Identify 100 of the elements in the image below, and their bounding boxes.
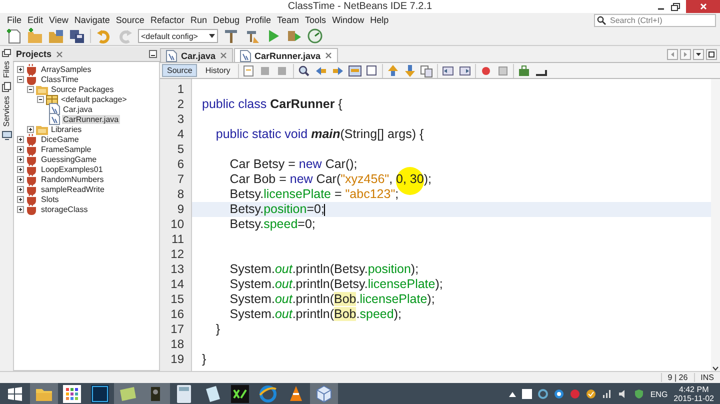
folder-icon[interactable] [35, 386, 53, 402]
close-button[interactable] [686, 0, 720, 13]
expand-icon[interactable] [17, 146, 24, 152]
save-all-icon[interactable] [69, 28, 85, 44]
clock-date[interactable]: 2015-11-02 [674, 394, 714, 403]
restore-icon[interactable] [671, 2, 680, 10]
shift-left-icon[interactable] [441, 64, 456, 78]
up-arrow-icon[interactable] [386, 64, 400, 78]
expand-icon[interactable] [17, 176, 24, 182]
photoshop-icon[interactable] [91, 385, 109, 403]
notepad-icon[interactable] [119, 386, 137, 402]
line-number: 1 [176, 82, 185, 97]
side-tab[interactable]: Files [2, 61, 11, 78]
open-folder-icon[interactable] [48, 28, 64, 44]
document-icon[interactable] [242, 64, 256, 78]
tree-item[interactable]: CarRunner.java [62, 114, 120, 124]
tree-item[interactable]: storageClass [40, 204, 89, 214]
language-indicator[interactable]: ENG [650, 390, 668, 398]
globe-e-icon[interactable] [259, 385, 277, 403]
traffic-cone-icon[interactable] [288, 385, 304, 403]
expand-icon[interactable] [17, 206, 24, 212]
expand-icon[interactable] [17, 166, 24, 172]
minimize-icon[interactable] [149, 50, 157, 58]
menu-item[interactable]: View [46, 15, 72, 25]
rectangle-icon[interactable] [365, 64, 380, 78]
stop-icon[interactable] [496, 64, 510, 78]
menu-item[interactable]: Profile [242, 15, 274, 25]
collapse-icon[interactable] [27, 86, 34, 92]
search-icon[interactable] [597, 16, 606, 24]
macro-icon[interactable] [517, 64, 532, 78]
menu-item[interactable]: Tools [302, 15, 330, 25]
left-scroll-icon[interactable] [667, 49, 678, 60]
view-tab[interactable]: History [200, 64, 236, 77]
close-icon[interactable] [56, 50, 63, 58]
shift-right-icon[interactable] [458, 64, 472, 78]
tree-item[interactable]: sampleReadWrite [40, 184, 106, 194]
magnifier-icon[interactable] [297, 64, 312, 78]
menu-item[interactable]: Run [187, 15, 210, 25]
collapse-icon[interactable] [17, 76, 24, 82]
gauge-icon[interactable] [307, 28, 323, 44]
collapse-icon[interactable] [37, 96, 44, 102]
panel-title[interactable]: Projects [16, 49, 52, 59]
tree-item[interactable]: ClassTime [40, 74, 80, 84]
monitor-icon[interactable] [2, 130, 12, 140]
clock-time[interactable]: 4:42 PM [678, 385, 709, 394]
tree-item[interactable]: DiceGame [40, 134, 80, 144]
hammer-icon[interactable] [223, 28, 239, 44]
new-file-icon[interactable] [6, 28, 22, 44]
caret-icon[interactable] [209, 34, 215, 38]
tree-item[interactable]: Source Packages [50, 84, 115, 94]
tree-item[interactable]: Libraries [50, 124, 83, 134]
maximize-icon[interactable] [706, 49, 717, 60]
close-icon[interactable] [324, 52, 332, 59]
tile-grid-icon[interactable] [63, 385, 81, 403]
tree-item[interactable]: ArraySamples [40, 64, 92, 74]
editor-tab[interactable]: CarRunner.java [234, 48, 338, 62]
expand-icon[interactable] [27, 126, 34, 132]
tree-item[interactable]: FrameSample [40, 144, 92, 154]
tree-item[interactable]: Slots [40, 194, 60, 204]
menu-item[interactable]: Window [329, 15, 368, 25]
tree-item[interactable]: Car.java [62, 104, 94, 114]
menu-item[interactable]: Debug [210, 15, 243, 25]
expand-icon[interactable] [17, 196, 24, 202]
menu-item[interactable]: Refactor [147, 15, 188, 25]
expand-icon[interactable] [17, 186, 24, 192]
scroll-down-icon[interactable] [712, 366, 719, 371]
tree-item[interactable]: <default package> [60, 94, 128, 104]
side-tab[interactable]: Services [2, 96, 11, 127]
editor-tab[interactable]: Car.java [160, 48, 233, 62]
expand-icon[interactable] [17, 156, 24, 162]
line-number: 3 [176, 112, 185, 127]
expand-icon[interactable] [17, 66, 24, 72]
windows-logo-icon[interactable] [8, 387, 22, 401]
expand-icon[interactable] [17, 136, 24, 142]
search-field[interactable]: Search (Ctrl+I) [594, 14, 716, 26]
text-cursor [324, 204, 326, 216]
menu-item[interactable]: Help [367, 15, 392, 25]
close-icon[interactable] [220, 52, 227, 59]
pages-icon[interactable] [420, 64, 434, 78]
menu-item[interactable]: File [4, 15, 25, 25]
paper-icon[interactable] [203, 385, 221, 403]
line-number: 5 [176, 142, 185, 157]
menu-item[interactable]: Source [112, 15, 148, 25]
highlight-icon[interactable] [348, 64, 362, 78]
menu-item[interactable]: Edit [24, 15, 46, 25]
tree-item[interactable]: RandomNumbers [40, 174, 105, 184]
tree-item[interactable]: LoopExamples01 [40, 164, 104, 174]
view-tab[interactable]: Source [162, 64, 198, 77]
tree-item[interactable]: GuessingGame [40, 154, 98, 164]
menu-item[interactable]: Team [274, 15, 302, 25]
cube-icon[interactable] [315, 385, 333, 403]
dropdown-icon[interactable] [693, 49, 704, 60]
config-dropdown[interactable]: <default config> [138, 29, 218, 43]
up-caret-icon[interactable] [509, 392, 516, 396]
windows-icon[interactable] [2, 49, 11, 57]
code-line: System.out.println(Betsy.licensePlate); [228, 277, 443, 291]
menu-item[interactable]: Navigate [71, 15, 113, 25]
down-arrow-icon[interactable] [403, 64, 418, 78]
files-icon[interactable] [2, 82, 11, 92]
new-folder-icon[interactable] [27, 28, 43, 44]
